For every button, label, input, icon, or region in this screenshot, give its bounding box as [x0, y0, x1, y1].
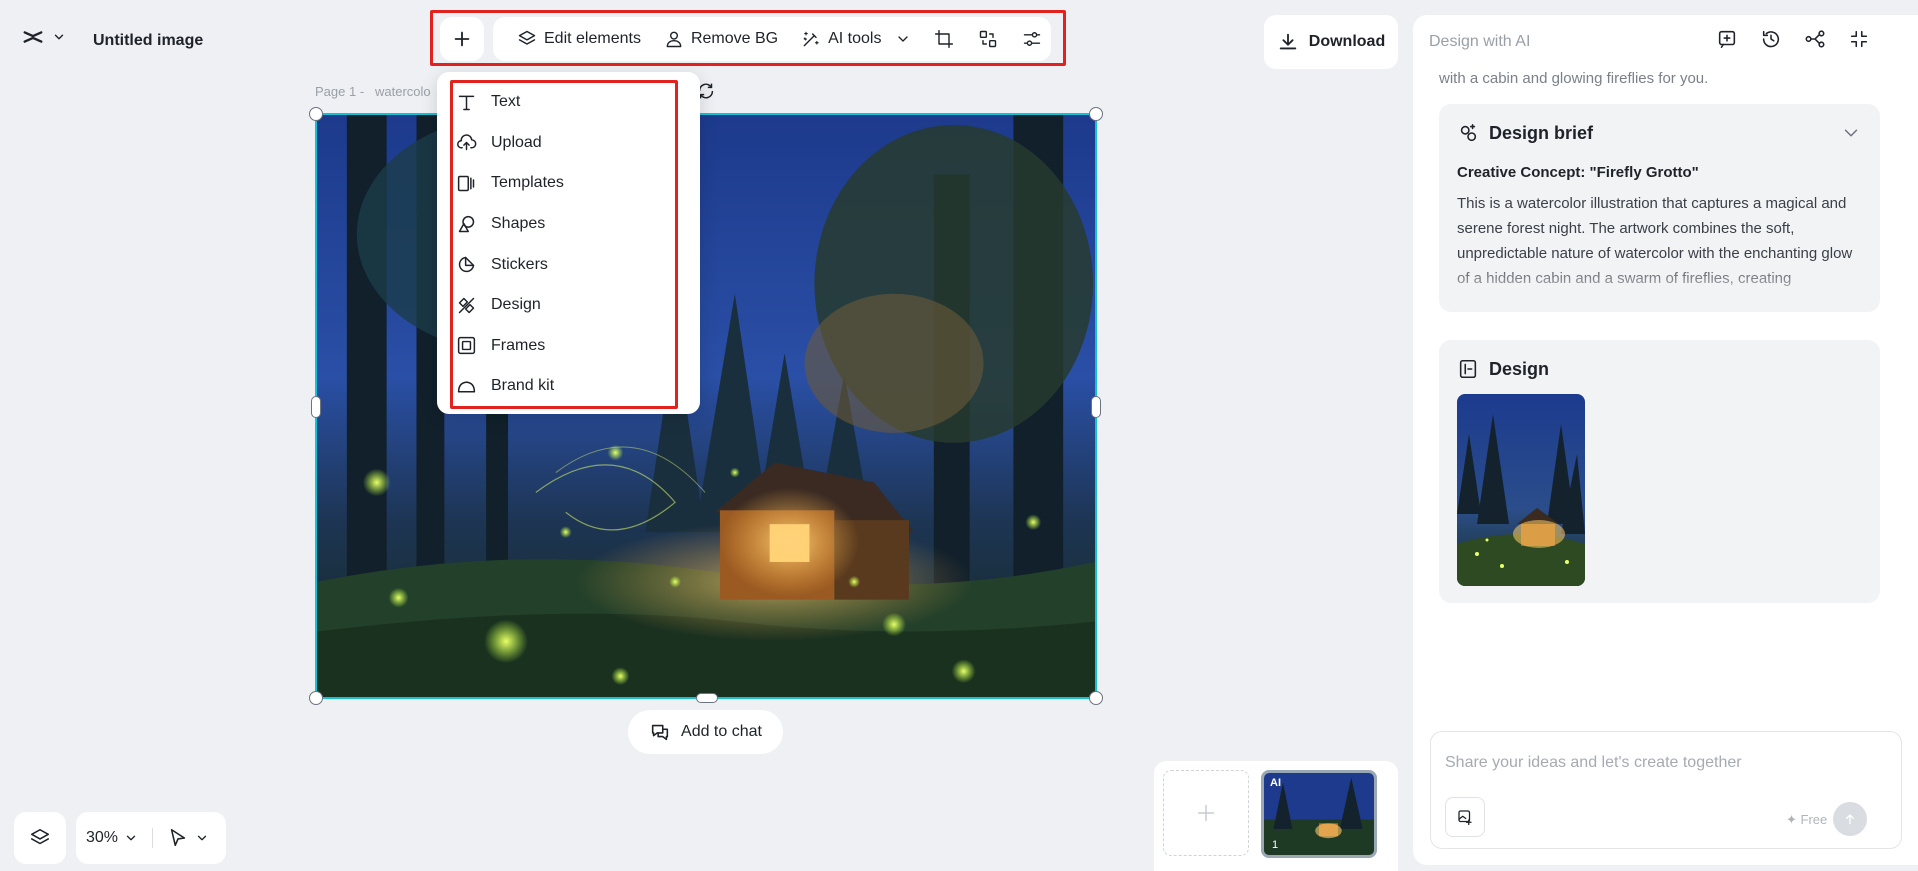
resize-handle-top-right[interactable] — [1089, 107, 1103, 121]
divider — [152, 828, 154, 848]
chevron-down-icon[interactable] — [124, 827, 138, 849]
attach-image-button[interactable] — [1445, 797, 1485, 837]
zoom-controls: 30% — [76, 812, 226, 864]
page-thumbnail[interactable]: AI 1 — [1261, 770, 1377, 858]
add-to-chat-label: Add to chat — [681, 723, 762, 740]
zoom-level[interactable]: 30% — [86, 829, 118, 847]
resize-handle-right[interactable] — [1091, 396, 1101, 418]
resize-handle-left[interactable] — [311, 396, 321, 418]
design-brief-title: Design brief — [1489, 122, 1594, 143]
history-icon[interactable] — [1760, 28, 1782, 50]
download-label: Download — [1308, 33, 1386, 50]
document-title[interactable]: Untitled image — [93, 32, 203, 50]
chevron-down-icon[interactable] — [1840, 122, 1862, 144]
canvas-image[interactable] — [309, 107, 1103, 705]
image-add-icon — [1454, 806, 1476, 828]
pointer-icon[interactable] — [167, 827, 189, 849]
design-file-icon — [1457, 358, 1479, 380]
design-brief-header: Design brief — [1457, 122, 1862, 144]
arrow-up-icon — [1839, 808, 1861, 830]
toolbar-highlight — [430, 10, 1066, 66]
brief-icon — [1457, 122, 1479, 144]
download-button[interactable]: Download — [1264, 15, 1398, 69]
plus-icon — [1195, 802, 1217, 824]
ai-badge: AI — [1270, 777, 1281, 789]
page-number: 1 — [1272, 839, 1279, 851]
share-icon[interactable] — [1804, 28, 1826, 50]
new-chat-icon[interactable] — [1716, 28, 1738, 50]
resize-handle-bottom[interactable] — [696, 693, 718, 703]
send-button[interactable] — [1833, 802, 1867, 836]
chat-icon — [649, 721, 671, 743]
design-thumbnail-image — [1457, 394, 1585, 586]
collapse-icon[interactable] — [1848, 28, 1870, 50]
panel-title: Design with AI — [1429, 33, 1531, 50]
free-label: ✦ Free — [1786, 812, 1828, 827]
add-to-chat-button[interactable]: Add to chat — [628, 710, 783, 754]
menu-highlight — [450, 80, 678, 409]
chevron-down-icon[interactable] — [195, 827, 209, 849]
design-brief-text: This is a watercolor illustration that c… — [1457, 195, 1853, 287]
forest-cabin-artwork — [317, 115, 1095, 697]
download-icon — [1277, 31, 1299, 53]
resize-handle-bottom-left[interactable] — [309, 691, 323, 705]
design-thumbnail[interactable] — [1457, 394, 1585, 586]
layers-icon — [29, 827, 51, 849]
design-brief-card[interactable]: Design brief Creative Concept: "Firefly … — [1439, 104, 1880, 312]
design-header: Design — [1457, 358, 1862, 380]
creative-concept: Creative Concept: "Firefly Grotto" — [1457, 164, 1699, 181]
panel-actions — [1716, 28, 1870, 50]
chat-message-snippet: with a cabin and glowing fireflies for y… — [1439, 70, 1709, 87]
capcut-logo-icon — [22, 26, 44, 48]
page-label: Page 1 - watercolo — [315, 84, 431, 99]
chevron-down-icon — [52, 26, 66, 48]
resize-handle-bottom-right[interactable] — [1089, 691, 1103, 705]
design-title: Design — [1489, 358, 1550, 379]
layers-button[interactable] — [14, 812, 66, 864]
design-result-card: Design — [1439, 340, 1880, 603]
app-logo-menu[interactable] — [22, 26, 66, 48]
chat-composer: Share your ideas and let's create togeth… — [1430, 731, 1902, 849]
add-page-button[interactable] — [1163, 770, 1249, 856]
chat-input[interactable]: Share your ideas and let's create togeth… — [1445, 754, 1742, 772]
resize-handle-top-left[interactable] — [309, 107, 323, 121]
